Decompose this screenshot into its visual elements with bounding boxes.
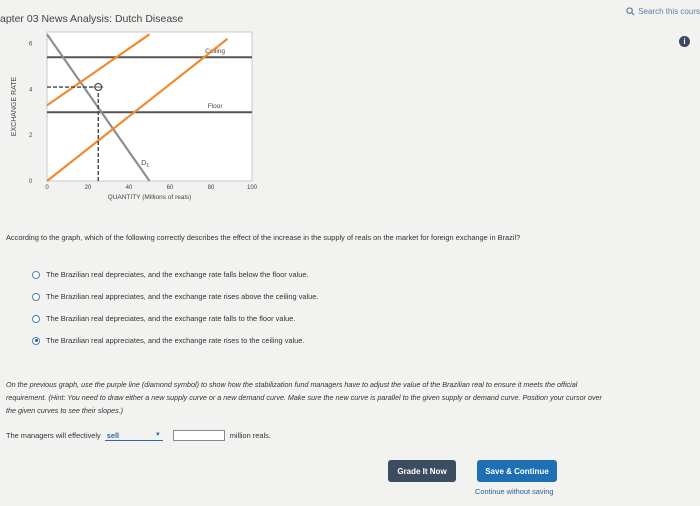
- y-tick-label: 0: [29, 179, 33, 185]
- info-icon[interactable]: i: [679, 36, 690, 47]
- save-and-continue-button[interactable]: Save & Continue: [477, 460, 557, 482]
- x-tick-label: 60: [167, 185, 174, 191]
- y-tick-label: 6: [29, 41, 33, 47]
- search-text: Search this cours: [638, 7, 700, 16]
- demand-subscript: 1: [146, 163, 149, 169]
- answer-option-3[interactable]: The Brazilian real depreciates, and the …: [32, 314, 295, 323]
- dropdown-arrow-icon: ▼: [154, 432, 161, 438]
- x-tick-label: 40: [126, 185, 133, 191]
- grade-it-now-button[interactable]: Grade It Now: [388, 460, 456, 482]
- x-tick-label: 0: [45, 185, 49, 191]
- continue-without-saving-link[interactable]: Continue without saving: [475, 487, 553, 496]
- answer-option-1-label: The Brazilian real depreciates, and the …: [46, 270, 309, 279]
- answer-option-2[interactable]: The Brazilian real appreciates, and the …: [32, 292, 318, 301]
- unit-label: million reals.: [229, 431, 271, 440]
- floor-label: Floor: [208, 103, 224, 110]
- answer-option-3-label: The Brazilian real depreciates, and the …: [46, 314, 296, 323]
- course-search[interactable]: Search this cours: [626, 7, 700, 16]
- amount-input[interactable]: [172, 430, 225, 441]
- managers-row: The managers will effectively sell ▼ mil…: [6, 430, 271, 441]
- x-axis-label: QUANTITY (Millions of reals): [108, 194, 192, 201]
- instructions-text: On the previous graph, use the purple li…: [6, 380, 602, 415]
- action-select-value: sell: [106, 430, 120, 440]
- x-tick-label: 80: [208, 185, 215, 191]
- x-tick-label: 100: [247, 185, 258, 191]
- question-text: According to the graph, which of the fol…: [6, 233, 521, 242]
- action-select[interactable]: sell ▼: [104, 430, 163, 441]
- exchange-rate-graph[interactable]: EXCHANGE RATE02460 20 40 60 80 100QUANTITY (M…: [0, 22, 300, 212]
- managers-prefix: The managers will effectively: [6, 431, 101, 440]
- answer-option-4[interactable]: The Brazilian real appreciates, and the …: [32, 336, 304, 345]
- answer-option-2-label: The Brazilian real appreciates, and the …: [46, 292, 319, 301]
- x-tick-label: 20: [85, 185, 92, 191]
- radio-option-3[interactable]: [32, 314, 40, 323]
- search-icon: [626, 7, 635, 16]
- y-tick-label: 2: [29, 133, 33, 139]
- radio-option-2[interactable]: [32, 292, 40, 301]
- y-tick-label: 4: [29, 87, 33, 93]
- answer-option-4-label: The Brazilian real appreciates, and the …: [46, 336, 305, 345]
- radio-option-4[interactable]: [32, 336, 40, 345]
- radio-option-1[interactable]: [32, 270, 40, 279]
- y-axis-label: EXCHANGE RATE: [11, 76, 18, 136]
- answer-option-1[interactable]: The Brazilian real depreciates, and the …: [32, 270, 309, 279]
